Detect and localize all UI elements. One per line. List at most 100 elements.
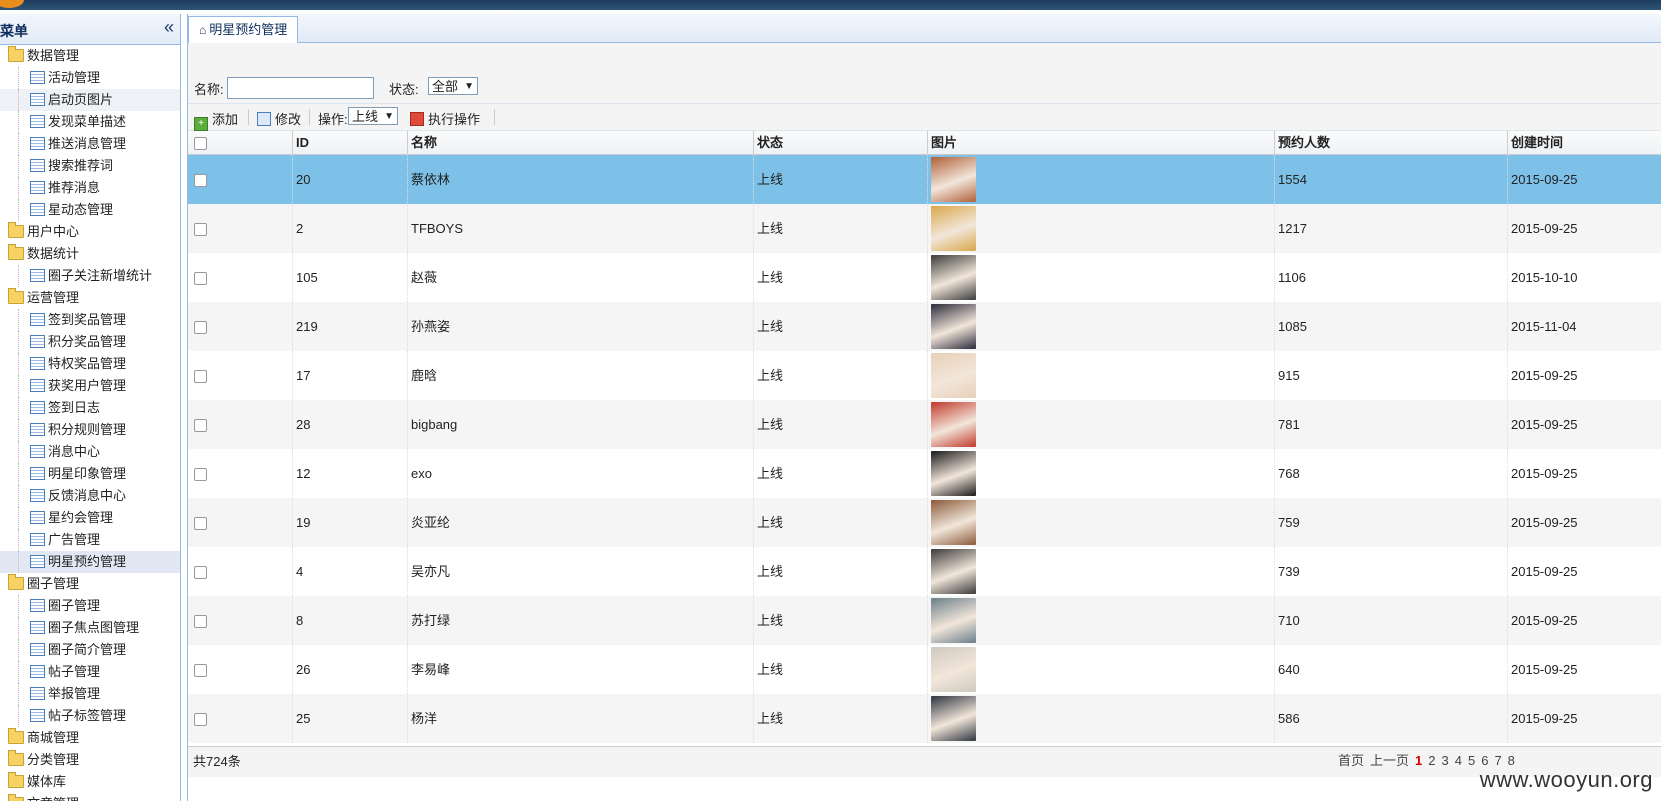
- edit-button[interactable]: 修改: [257, 109, 301, 128]
- sidebar-item[interactable]: 星动态管理: [0, 199, 180, 221]
- cell-status: 上线: [754, 204, 928, 253]
- sidebar-item[interactable]: 反馈消息中心: [0, 485, 180, 507]
- star-photo: [931, 647, 976, 692]
- column-header[interactable]: [188, 131, 293, 154]
- select-all-checkbox[interactable]: [194, 137, 207, 151]
- menu-tree: 数据管理 活动管理 启动页图片 发现菜单描述 推送消息管理搜索推荐词推荐消息 星动态管理用…: [0, 45, 180, 801]
- sidebar-item[interactable]: 消息中心: [0, 441, 180, 463]
- sidebar-item[interactable]: 帖子标签管理: [0, 705, 180, 727]
- row-checkbox[interactable]: [194, 664, 207, 678]
- column-header[interactable]: 预约人数: [1275, 131, 1508, 154]
- page-link[interactable]: 5: [1468, 753, 1475, 768]
- page-icon: [30, 709, 45, 722]
- row-checkbox[interactable]: [194, 174, 207, 188]
- sidebar-item-label: 文章管理: [27, 796, 79, 801]
- table-row[interactable]: 105 赵薇 上线 1106 2015-10-10: [188, 253, 1661, 302]
- toolbar-divider: [248, 109, 249, 125]
- sidebar-group[interactable]: 圈子管理: [0, 573, 180, 595]
- row-checkbox[interactable]: [194, 566, 207, 580]
- sidebar-item[interactable]: 获奖用户管理: [0, 375, 180, 397]
- sidebar-item[interactable]: 发现菜单描述: [0, 111, 180, 133]
- column-header[interactable]: 图片: [928, 131, 1275, 154]
- edit-icon: [257, 112, 271, 126]
- status-select[interactable]: 全部 ▼: [428, 77, 478, 95]
- sidebar-group[interactable]: 分类管理: [0, 749, 180, 771]
- row-checkbox[interactable]: [194, 272, 207, 286]
- sidebar-group[interactable]: 文章管理: [0, 793, 180, 801]
- sidebar-item[interactable]: 明星预约管理: [0, 551, 180, 573]
- sidebar-item-label: 签到奖品管理: [48, 312, 127, 327]
- sidebar-item[interactable]: 启动页图片: [0, 89, 180, 111]
- sidebar-item[interactable]: 圈子管理: [0, 595, 180, 617]
- sidebar-item[interactable]: 帖子管理: [0, 661, 180, 683]
- sidebar-item[interactable]: 搜索推荐词: [0, 155, 180, 177]
- sidebar-item[interactable]: 举报管理: [0, 683, 180, 705]
- execute-button[interactable]: 执行操作: [410, 109, 480, 128]
- table-row[interactable]: 17 鹿晗 上线 915 2015-09-25: [188, 351, 1661, 400]
- row-checkbox[interactable]: [194, 223, 207, 237]
- add-button[interactable]: + 添加: [194, 109, 238, 131]
- sidebar-group[interactable]: 数据管理: [0, 45, 180, 67]
- star-photo: [931, 157, 976, 202]
- cell-created: 2015-09-25: [1508, 449, 1661, 498]
- sidebar-item[interactable]: 广告管理: [0, 529, 180, 551]
- sidebar-item[interactable]: 圈子关注新增统计: [0, 265, 180, 287]
- sidebar-item-label: 明星印象管理: [48, 466, 127, 481]
- table-row[interactable]: 219 孙燕姿 上线 1085 2015-11-04: [188, 302, 1661, 351]
- table-row[interactable]: 20 蔡依林 上线 1554 2015-09-25: [188, 155, 1661, 204]
- table-row[interactable]: 8 苏打绿 上线 710 2015-09-25: [188, 596, 1661, 645]
- column-header[interactable]: 状态: [754, 131, 928, 154]
- row-checkbox[interactable]: [194, 419, 207, 433]
- sidebar-item[interactable]: 星约会管理: [0, 507, 180, 529]
- sidebar-item[interactable]: 推荐消息: [0, 177, 180, 199]
- cell-name: 炎亚纶: [408, 498, 754, 547]
- tab-star-reservation[interactable]: ⌂ 明星预约管理: [188, 16, 299, 44]
- prev-page-link[interactable]: 上一页: [1370, 753, 1409, 768]
- page-link[interactable]: 2: [1428, 753, 1435, 768]
- operation-select[interactable]: 上线 ▼: [348, 107, 398, 125]
- sidebar-item[interactable]: 特权奖品管理: [0, 353, 180, 375]
- sidebar-item-label: 搜索推荐词: [48, 158, 114, 173]
- sidebar-item[interactable]: 圈子简介管理: [0, 639, 180, 661]
- sidebar-item[interactable]: 积分奖品管理: [0, 331, 180, 353]
- sidebar-item[interactable]: 签到日志: [0, 397, 180, 419]
- watermark: www.wooyun.org: [1479, 767, 1653, 792]
- row-checkbox[interactable]: [194, 517, 207, 531]
- row-checkbox[interactable]: [194, 370, 207, 384]
- double-chevron-left-icon[interactable]: «: [164, 17, 174, 38]
- page-link[interactable]: 8: [1508, 753, 1515, 768]
- page-link[interactable]: 4: [1455, 753, 1462, 768]
- column-header[interactable]: ID: [293, 131, 408, 154]
- page-link[interactable]: 7: [1494, 753, 1501, 768]
- row-checkbox[interactable]: [194, 468, 207, 482]
- page-link[interactable]: 1: [1415, 753, 1422, 768]
- sidebar-group[interactable]: 运营管理: [0, 287, 180, 309]
- page-link[interactable]: 3: [1442, 753, 1449, 768]
- table-row[interactable]: 26 李易峰 上线 640 2015-09-25: [188, 645, 1661, 694]
- table-row[interactable]: 12 exo 上线 768 2015-09-25: [188, 449, 1661, 498]
- table-row[interactable]: 28 bigbang 上线 781 2015-09-25: [188, 400, 1661, 449]
- table-row[interactable]: 25 杨洋 上线 586 2015-09-25: [188, 694, 1661, 743]
- sidebar-item[interactable]: 推送消息管理: [0, 133, 180, 155]
- first-page-link[interactable]: 首页: [1338, 753, 1364, 768]
- sidebar-item[interactable]: 签到奖品管理: [0, 309, 180, 331]
- sidebar-group[interactable]: 数据统计: [0, 243, 180, 265]
- sidebar-group[interactable]: 商城管理: [0, 727, 180, 749]
- row-checkbox[interactable]: [194, 321, 207, 335]
- name-input[interactable]: [227, 77, 374, 99]
- page-link[interactable]: 6: [1481, 753, 1488, 768]
- sidebar-item[interactable]: 活动管理: [0, 67, 180, 89]
- column-header[interactable]: 名称: [408, 131, 754, 154]
- column-header[interactable]: 创建时间: [1508, 131, 1661, 154]
- table-row[interactable]: 19 炎亚纶 上线 759 2015-09-25: [188, 498, 1661, 547]
- sidebar-item[interactable]: 圈子焦点图管理: [0, 617, 180, 639]
- cell-name: 苏打绿: [408, 596, 754, 645]
- sidebar-group[interactable]: 用户中心: [0, 221, 180, 243]
- row-checkbox[interactable]: [194, 713, 207, 727]
- row-checkbox[interactable]: [194, 615, 207, 629]
- table-row[interactable]: 4 吴亦凡 上线 739 2015-09-25: [188, 547, 1661, 596]
- sidebar-group[interactable]: 媒体库: [0, 771, 180, 793]
- sidebar-item[interactable]: 明星印象管理: [0, 463, 180, 485]
- table-row[interactable]: 2 TFBOYS 上线 1217 2015-09-25: [188, 204, 1661, 253]
- sidebar-item[interactable]: 积分规则管理: [0, 419, 180, 441]
